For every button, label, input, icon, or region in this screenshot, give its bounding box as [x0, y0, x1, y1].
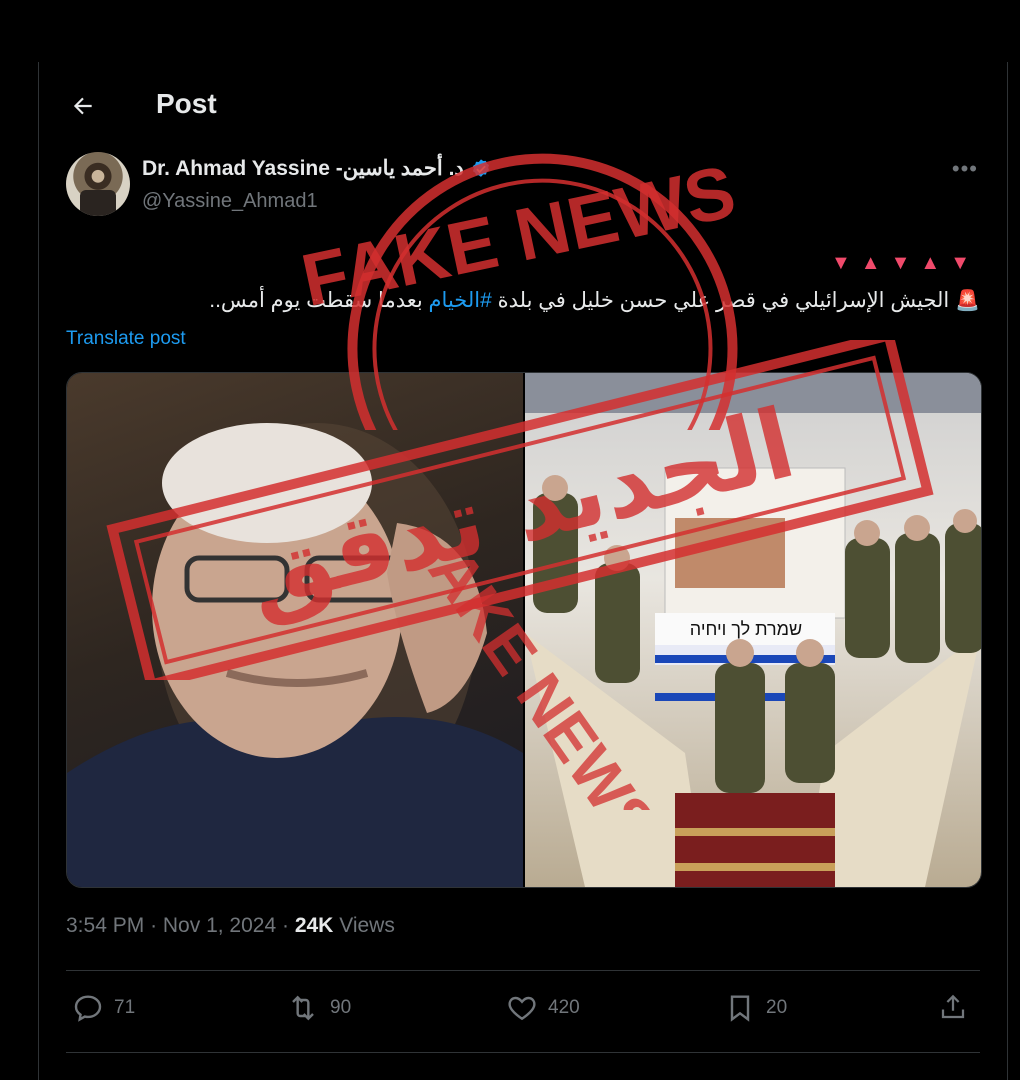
reply-count: 71 [114, 997, 136, 1018]
views-label: Views [339, 914, 395, 937]
post-time[interactable]: 3:54 PM [66, 914, 144, 937]
divider [66, 970, 980, 971]
reply-icon [74, 995, 102, 1022]
banner-text: שמרת לך ויחיה [689, 619, 803, 639]
back-arrow-icon [73, 97, 92, 115]
post-text-part2: بعدما سقطت يوم أمس.. [209, 289, 429, 312]
media-image-right[interactable]: שמרת לך ויחיה [525, 373, 981, 887]
portrait-photo [67, 423, 523, 887]
author-name-row[interactable]: Dr. Ahmad Yassine -د. أحمد ياسين [142, 156, 492, 181]
reply-button[interactable]: 71 [72, 992, 135, 1024]
post-author: Dr. Ahmad Yassine -د. أحمد ياسين @Yassin… [66, 152, 980, 220]
share-button[interactable] [938, 992, 968, 1022]
views-count: 24K [294, 914, 334, 937]
like-button[interactable]: 420 [506, 992, 580, 1024]
verified-badge-icon [472, 158, 489, 177]
post-media[interactable]: שמרת לך ויחיה [66, 372, 982, 888]
display-name[interactable]: Dr. Ahmad Yassine -د. أحمد ياسين [142, 156, 464, 181]
post-meta: 3:54 PM · Nov 1, 2024 · 24K Views [66, 914, 395, 937]
post-date[interactable]: Nov 1, 2024 [163, 914, 276, 937]
share-icon [941, 994, 965, 1019]
more-icon: ••• [951, 156, 978, 181]
repost-count: 90 [330, 997, 352, 1018]
post-text: ▼▲▼▲▼ 🚨 الجيش الإسرائيلي في قصر علي حسن … [66, 244, 980, 320]
repost-icon [292, 995, 314, 1021]
page-title: Post [156, 88, 217, 119]
more-button[interactable]: ••• [952, 156, 978, 182]
post-actions: 71 90 420 20 [66, 986, 980, 1034]
back-button[interactable] [66, 89, 100, 123]
bookmark-icon [730, 995, 750, 1022]
repost-button[interactable]: 90 [286, 992, 351, 1024]
avatar[interactable] [66, 152, 130, 216]
page-header: Post [66, 84, 217, 128]
like-icon [508, 996, 536, 1021]
like-count: 420 [548, 997, 580, 1018]
hashtag-link[interactable]: #الخيام [429, 289, 492, 312]
author-handle[interactable]: @Yassine_Ahmad1 [142, 190, 318, 213]
bookmark-button[interactable]: 20 [724, 992, 787, 1024]
bookmark-count: 20 [766, 997, 788, 1018]
decoration-triangles: ▼▲▼▲▼ [831, 252, 980, 274]
alarm-icon: 🚨 [955, 290, 980, 312]
translate-post-link[interactable]: Translate post [66, 328, 186, 350]
media-image-left[interactable] [67, 373, 523, 887]
post-text-part1: الجيش الإسرائيلي في قصر علي حسن خليل في … [491, 289, 950, 312]
divider-bottom [66, 1052, 980, 1053]
